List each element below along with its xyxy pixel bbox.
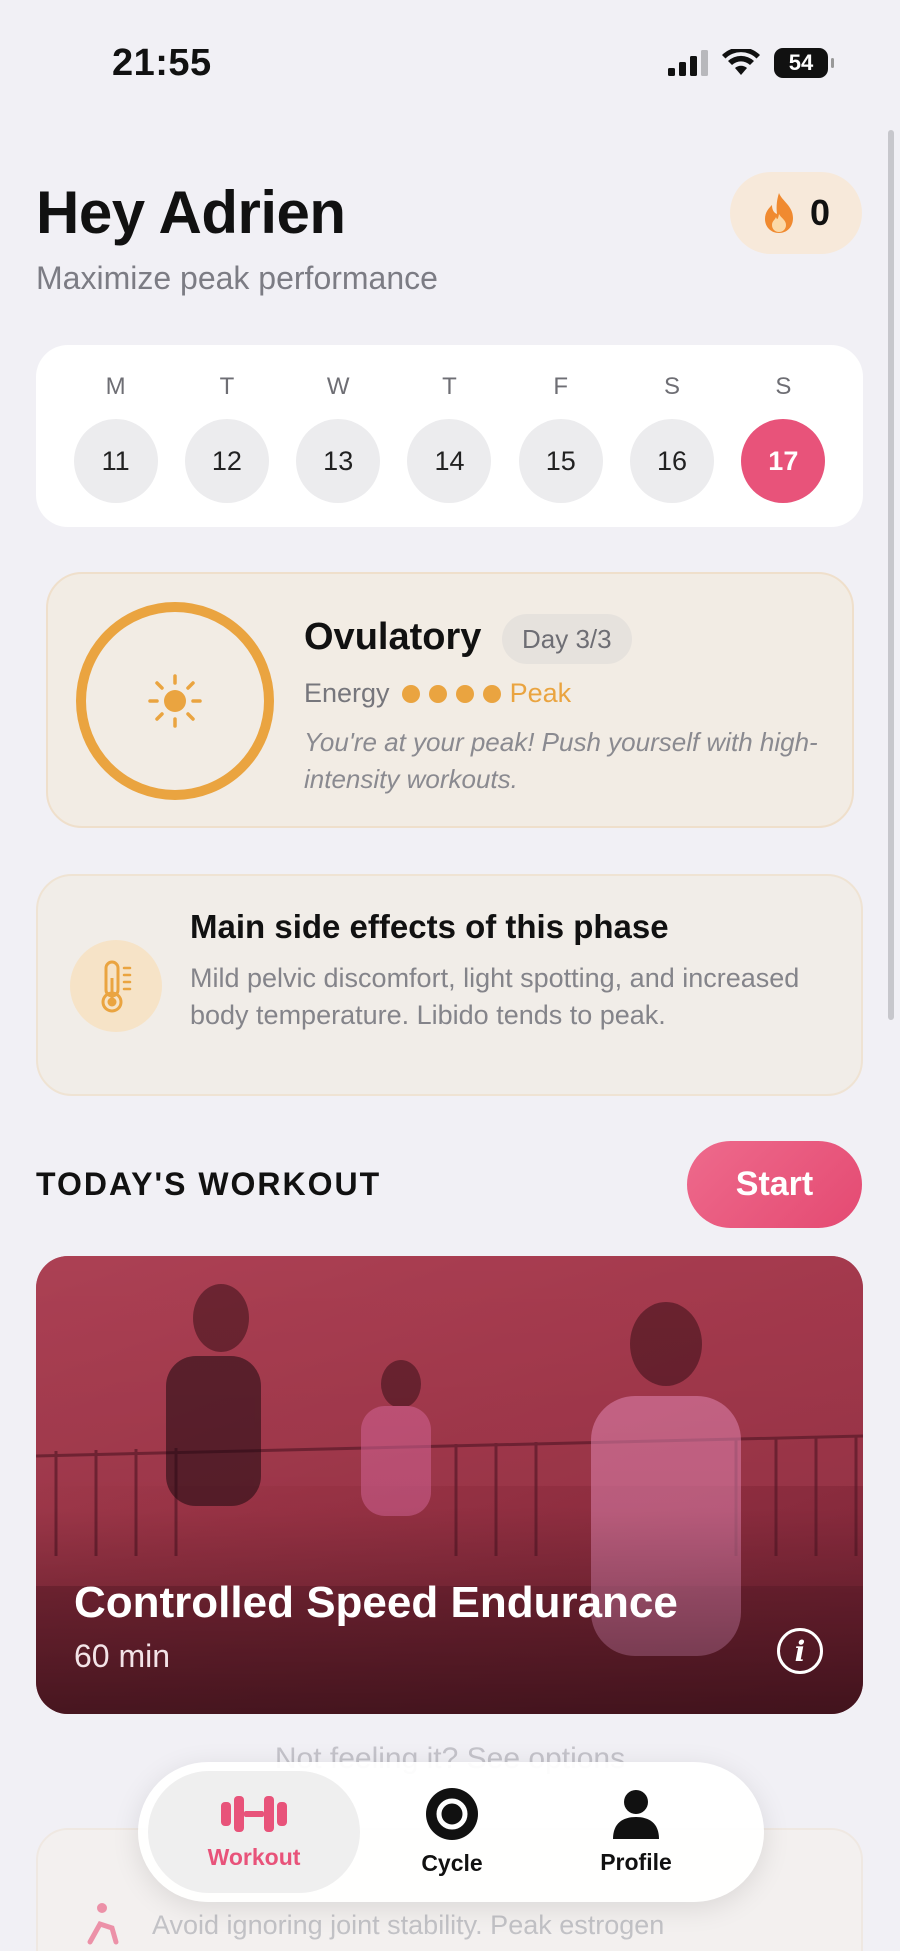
week-calendar: M 11 T 12 W 13 T 14 F 15 S 16 S 17 [36, 345, 863, 527]
start-workout-button[interactable]: Start [687, 1141, 862, 1228]
energy-dot [482, 684, 501, 703]
day-letter: T [442, 373, 457, 400]
page-title: Hey Adrien [36, 179, 346, 246]
scroll-indicator[interactable] [888, 130, 894, 1020]
day-letter: M [105, 373, 126, 400]
calendar-day-tue[interactable]: T 12 [184, 345, 269, 527]
day-date[interactable]: 15 [518, 419, 603, 503]
cycle-phase-card[interactable]: Ovulatory Day 3/3 Energy Peak You're at … [46, 572, 854, 828]
energy-dot [401, 684, 420, 703]
day-date[interactable]: 12 [184, 419, 269, 503]
phase-progress-ring [76, 602, 274, 800]
day-date[interactable]: 16 [630, 419, 715, 503]
energy-dot [428, 684, 447, 703]
side-effects-card[interactable]: Main side effects of this phase Mild pel… [36, 874, 863, 1096]
side-effects-title: Main side effects of this phase [190, 908, 669, 945]
calendar-day-sun[interactable]: S 17 [741, 345, 826, 527]
status-icons: 54 [668, 48, 834, 78]
workout-card[interactable]: Controlled Speed Endurance 60 min i [36, 1256, 863, 1714]
section-title: TODAY'S WORKOUT [36, 1166, 382, 1202]
day-letter: S [664, 373, 681, 400]
calendar-day-fri[interactable]: F 15 [518, 345, 603, 527]
tab-bar: Workout Cycle Profile [138, 1762, 764, 1902]
wifi-icon [722, 49, 760, 75]
day-letter: W [326, 373, 350, 400]
workout-title: Controlled Speed Endurance [74, 1578, 678, 1627]
energy-dot [455, 684, 474, 703]
tab-cycle[interactable]: Cycle [360, 1771, 544, 1893]
calendar-day-sat[interactable]: S 16 [630, 345, 715, 527]
cellular-signal-icon [668, 50, 708, 76]
day-letter: S [775, 373, 792, 400]
calendar-day-thu[interactable]: T 14 [407, 345, 492, 527]
tab-workout[interactable]: Workout [148, 1771, 360, 1893]
day-letter: T [219, 373, 235, 400]
sun-icon [148, 674, 202, 728]
tab-label: Workout [207, 1843, 301, 1870]
phase-day-badge: Day 3/3 [502, 614, 632, 664]
calendar-day-wed[interactable]: W 13 [296, 345, 381, 527]
phase-name: Ovulatory [304, 616, 482, 658]
tab-label: Profile [600, 1848, 672, 1875]
streak-count: 0 [809, 192, 831, 233]
info-icon[interactable]: i [777, 1628, 823, 1674]
side-effects-description: Mild pelvic discomfort, light spotting, … [190, 963, 800, 1030]
page-subtitle: Maximize peak performance [36, 260, 438, 296]
person-icon [613, 1789, 659, 1839]
tab-label: Cycle [421, 1849, 483, 1876]
energy-dots [401, 684, 501, 703]
phase-description: You're at your peak! Push yourself with … [304, 727, 818, 794]
day-date[interactable]: 14 [407, 419, 492, 503]
energy-row: Energy Peak [304, 678, 571, 709]
streak-button[interactable]: 0 [730, 172, 862, 254]
dumbbell-icon [221, 1795, 287, 1832]
flame-icon [764, 193, 793, 233]
calendar-day-mon[interactable]: M 11 [73, 345, 158, 527]
tab-profile[interactable]: Profile [544, 1771, 728, 1893]
status-time: 21:55 [112, 42, 212, 84]
day-date[interactable]: 11 [73, 419, 158, 503]
stretch-icon [87, 1903, 119, 1945]
energy-label: Energy [304, 678, 390, 708]
day-date[interactable]: 13 [296, 419, 381, 503]
battery-indicator: 54 [774, 48, 834, 78]
day-letter: F [553, 373, 569, 400]
next-card-text: Avoid ignoring joint stability. Peak est… [152, 1910, 665, 1940]
thermometer-icon [70, 940, 162, 1032]
workout-duration: 60 min [74, 1638, 171, 1674]
cycle-ring-icon [426, 1787, 478, 1840]
day-date-selected[interactable]: 17 [741, 419, 826, 503]
energy-level: Peak [509, 678, 572, 708]
